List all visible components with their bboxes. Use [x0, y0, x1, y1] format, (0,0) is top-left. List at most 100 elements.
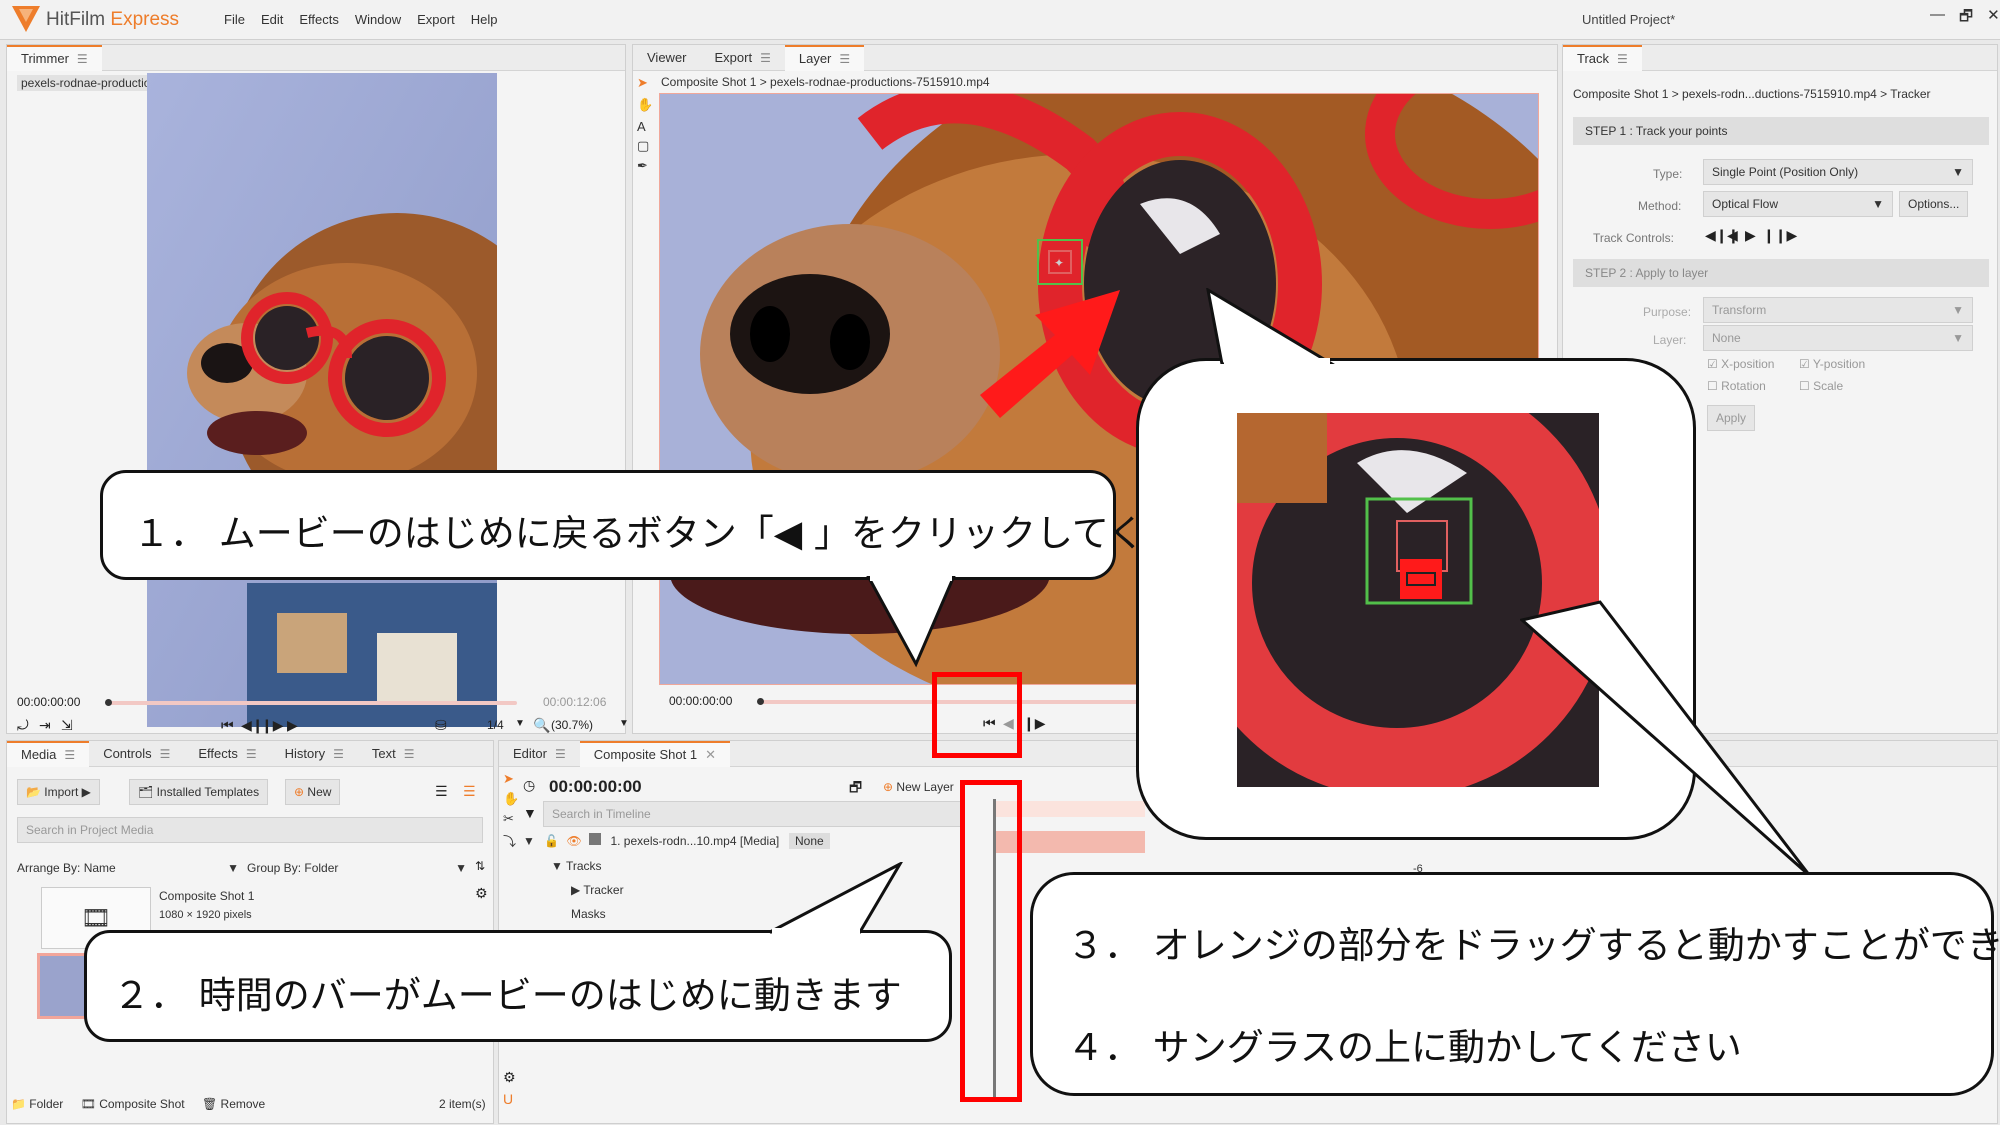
media-search-input[interactable]: Search in Project Media [17, 817, 483, 843]
callout-3-text: ３． オレンジの部分をドラッグすると動かすことができます [1067, 924, 2000, 967]
viewer-tabbar: Viewer Export ☰ Layer ☰ [633, 44, 1557, 71]
play-icon[interactable]: ▶ [287, 717, 298, 734]
scale-checkbox[interactable]: ☐ Scale [1799, 379, 1843, 393]
layer-properties-icon[interactable]: 🗗 [849, 777, 862, 801]
menu-export[interactable]: Export [417, 12, 455, 27]
purpose-label: Purpose: [1643, 305, 1692, 319]
track-step-back-icon[interactable]: ◀ [1727, 227, 1738, 244]
editor-select-icon[interactable]: ➤ [503, 771, 519, 787]
text-tool-icon[interactable]: A [637, 119, 655, 134]
sort-icon[interactable]: ⇅ [475, 859, 485, 873]
tracker-row[interactable]: ▶ Tracker [571, 883, 624, 897]
filter-icon[interactable]: ▼ [523, 805, 537, 821]
track-controls-label: Track Controls: [1593, 231, 1674, 245]
step2-header: STEP 2 : Apply to layer [1573, 259, 1989, 287]
callout-2: ２． 時間のバーがムービーのはじめに動きます [84, 930, 952, 1042]
tab-track[interactable]: Track ☰ [1563, 44, 1642, 71]
maximize-icon[interactable]: 🗗 [1959, 6, 1973, 31]
tab-layer[interactable]: Layer ☰ [784, 44, 865, 71]
media-settings-icon[interactable]: ⚙ [475, 885, 488, 902]
editor-settings-icon[interactable]: ⚙ [503, 1069, 516, 1086]
tab-editor[interactable]: Editor ☰ [499, 741, 580, 767]
tab-effects[interactable]: Effects ☰ [184, 741, 270, 767]
ypos-checkbox[interactable]: ☑ Y-position [1799, 357, 1865, 371]
track-forward-icon[interactable]: ❙❙▶ [1763, 227, 1797, 244]
tab-controls[interactable]: Controls ☰ [89, 741, 184, 767]
go-to-start-icon[interactable]: ⏮ [221, 717, 234, 734]
options-button[interactable]: Options... [1899, 191, 1969, 217]
arrange-dropdown[interactable]: Arrange By: Name ▼ [17, 861, 239, 875]
editor-magnet-icon[interactable]: ⤵ [503, 831, 519, 850]
menu-help[interactable]: Help [471, 12, 498, 27]
tracks-row[interactable]: ▼ Tracks [551, 859, 602, 873]
layer-select[interactable]: None ▼ [1703, 325, 1973, 351]
list-view-icon[interactable]: ☰ [435, 783, 448, 800]
item-count: 2 item(s) [439, 1097, 486, 1111]
new-layer-button[interactable]: ⊕ New Layer [883, 780, 954, 794]
insert-icon[interactable]: ⇥ [39, 717, 51, 734]
svg-text:✦: ✦ [1054, 256, 1064, 270]
close-tab-icon[interactable]: ✕ [705, 742, 716, 768]
rotation-checkbox[interactable]: ☐ Rotation [1707, 379, 1766, 393]
timeline-search-input[interactable]: Search in Timeline [543, 801, 963, 827]
import-button[interactable]: 📂 Import ▶ [17, 779, 100, 805]
group-dropdown[interactable]: Group By: Folder ▼ [247, 861, 467, 875]
remove-button[interactable]: 🗑 Remove [202, 1097, 265, 1111]
menu-bar: File Edit Effects Window Export Help [224, 12, 497, 27]
folder-button[interactable]: 📁 Folder [11, 1097, 63, 1111]
viewer-playhead[interactable] [757, 698, 764, 705]
select-tool-icon[interactable]: ➤ [637, 75, 655, 91]
trimmer-playhead[interactable] [105, 699, 112, 706]
magnifier-icon[interactable]: 🔍 [533, 717, 550, 734]
close-icon[interactable]: ✕ [1987, 6, 2000, 31]
detail-view-icon[interactable]: ☰ [463, 783, 476, 800]
callout-1-text: １． ムービーのはじめに戻るボタン「◀ 」をクリックしてください [133, 512, 1256, 555]
pen-tool-icon[interactable]: ✒ [637, 158, 655, 174]
title-bar: HitFilm Express File Edit Effects Window… [0, 0, 2000, 40]
method-select[interactable]: Optical Flow ▼ [1703, 191, 1893, 217]
hand-tool-icon[interactable]: ✋ [637, 97, 655, 113]
editor-hand-icon[interactable]: ✋ [503, 791, 519, 807]
tab-viewer[interactable]: Viewer [633, 45, 701, 71]
masks-row[interactable]: Masks [571, 907, 606, 921]
zoom-dropdown-icon[interactable]: ▼ [515, 718, 525, 729]
xpos-checkbox[interactable]: ☑ X-position [1707, 357, 1774, 371]
menu-file[interactable]: File [224, 12, 245, 27]
trimmer-controls: ⤾ ⇥ ⇲ ⏮ ◀❙ ❙▶ ▶ ⛁ 1/4 ▼ 🔍 (30.7%) ▼ [15, 717, 629, 735]
rectangle-tool-icon[interactable]: ▢ [637, 138, 655, 154]
tab-media[interactable]: Media ☰ [7, 740, 90, 767]
zoom-percent[interactable]: (30.7%) [551, 718, 593, 732]
loop-icon[interactable]: ⤾ [17, 717, 29, 734]
zoom-percent-dropdown-icon[interactable]: ▼ [619, 718, 629, 729]
apply-button[interactable]: Apply [1707, 405, 1756, 431]
menu-effects[interactable]: Effects [299, 12, 339, 27]
zoom-fraction[interactable]: 1/4 [487, 718, 504, 732]
composite-shot-button[interactable]: 🎞 Composite Shot [81, 1097, 185, 1111]
new-button[interactable]: ⊕ New [285, 779, 341, 805]
tab-history[interactable]: History ☰ [271, 741, 358, 767]
viewer-step-forward-icon[interactable]: ❙▶ [1023, 715, 1046, 732]
tab-export[interactable]: Export ☰ [701, 45, 785, 71]
tab-trimmer[interactable]: Trimmer ☰ [7, 44, 102, 72]
layer-row[interactable]: ▼ 🔓 👁 1. pexels-rodn...10.mp4 [Media] No… [523, 833, 963, 853]
method-label: Method: [1638, 199, 1682, 213]
type-label: Type: [1653, 167, 1683, 181]
tab-composite-shot[interactable]: Composite Shot 1 ✕ [579, 740, 730, 768]
type-select[interactable]: Single Point (Position Only) ▼ [1703, 159, 1973, 185]
track-step-forward-icon[interactable]: ▶ [1745, 227, 1756, 244]
editor-slice-icon[interactable]: ✂ [503, 811, 519, 827]
trimmer-scrub-bar[interactable] [107, 701, 517, 705]
editor-magnet2-icon[interactable]: U [503, 1091, 513, 1107]
installed-templates-button[interactable]: 🗂 Installed Templates [129, 779, 269, 805]
overlay-icon[interactable]: ⇲ [61, 717, 73, 734]
menu-icon[interactable]: ☰ [77, 46, 88, 72]
zoom-callout-tail-bottom [1520, 600, 1812, 878]
tab-text[interactable]: Text ☰ [358, 741, 429, 767]
minimize-icon[interactable]: — [1930, 6, 1945, 31]
expand-icon: ▼ [523, 834, 535, 848]
purpose-select[interactable]: Transform ▼ [1703, 297, 1973, 323]
step-forward-icon[interactable]: ❙▶ [261, 717, 284, 734]
output-icon[interactable]: ⛁ [435, 717, 447, 734]
menu-edit[interactable]: Edit [261, 12, 283, 27]
menu-window[interactable]: Window [355, 12, 401, 27]
